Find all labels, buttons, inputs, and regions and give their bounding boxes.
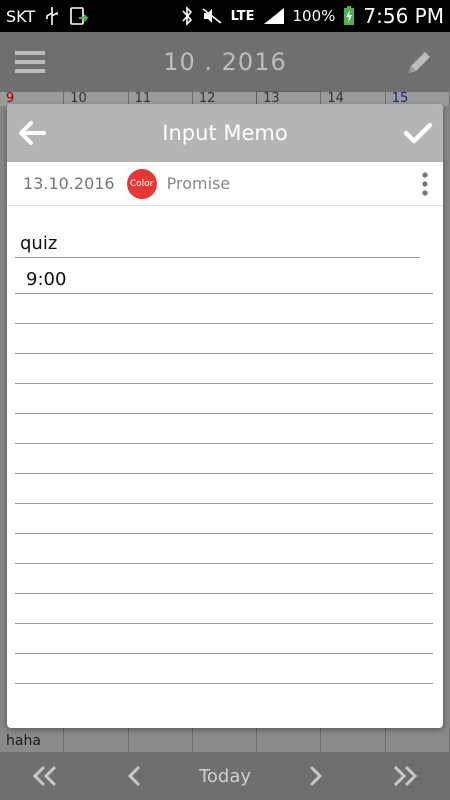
- menu-icon[interactable]: [0, 32, 60, 92]
- calendar-cell[interactable]: [321, 728, 386, 752]
- memo-line[interactable]: [15, 414, 433, 444]
- memo-line[interactable]: [15, 324, 433, 354]
- app-bar: 10 . 2016: [0, 32, 450, 92]
- mute-icon: [201, 7, 223, 25]
- input-memo-dialog: Input Memo 13.10.2016 Color Promise quiz…: [7, 104, 443, 728]
- double-chevron-right-icon[interactable]: [373, 752, 437, 800]
- chevron-left-icon[interactable]: [103, 752, 167, 800]
- month-title: 10 . 2016: [163, 48, 287, 76]
- calendar-cell[interactable]: [385, 728, 450, 752]
- back-arrow-icon[interactable]: [7, 104, 57, 162]
- memo-line[interactable]: [15, 474, 433, 504]
- calendar-cell[interactable]: [257, 728, 322, 752]
- checkmark-icon[interactable]: [393, 104, 443, 162]
- memo-line[interactable]: [15, 504, 433, 534]
- today-button[interactable]: Today: [193, 752, 257, 800]
- clock: 7:56 PM: [363, 4, 444, 28]
- memo-category[interactable]: Promise: [167, 174, 231, 193]
- calendar-cell[interactable]: [64, 728, 129, 752]
- memo-line[interactable]: [15, 294, 433, 324]
- dialog-header: Input Memo: [7, 104, 443, 162]
- color-picker-button[interactable]: Color: [126, 168, 157, 199]
- memo-line[interactable]: [15, 534, 433, 564]
- more-vert-icon[interactable]: [407, 162, 443, 206]
- memo-line[interactable]: [15, 564, 433, 594]
- network-label: LTE: [230, 8, 255, 24]
- memo-body-input[interactable]: 9:00: [15, 264, 433, 684]
- memo-line[interactable]: [15, 384, 433, 414]
- double-chevron-left-icon[interactable]: [13, 752, 77, 800]
- memo-date[interactable]: 13.10.2016: [23, 174, 115, 193]
- memo-line[interactable]: [15, 354, 433, 384]
- battery-label: 100%: [292, 7, 336, 25]
- calendar-cell[interactable]: [192, 728, 258, 752]
- memo-meta-row: 13.10.2016 Color Promise: [7, 162, 443, 206]
- calendar-cell[interactable]: [128, 728, 193, 752]
- memo-title-input[interactable]: quiz: [15, 224, 420, 258]
- status-bar: SKT LTE 100% 7:56 PM: [0, 0, 450, 32]
- pencil-icon[interactable]: [390, 32, 450, 92]
- bluetooth-icon: [181, 6, 193, 26]
- memo-line[interactable]: [15, 654, 433, 684]
- battery-charging-icon: [343, 6, 355, 26]
- memo-line[interactable]: [15, 444, 433, 474]
- chevron-right-icon[interactable]: [283, 752, 347, 800]
- memo-line[interactable]: 9:00: [15, 264, 433, 294]
- calendar-week-row: haha: [0, 728, 450, 752]
- carrier-label: SKT: [6, 6, 36, 26]
- calendar-cell[interactable]: haha: [0, 728, 65, 752]
- signal-icon: [263, 7, 285, 25]
- usb-icon: [45, 7, 59, 25]
- memo-line[interactable]: [15, 624, 433, 654]
- screenshot-icon: [69, 6, 89, 26]
- memo-line[interactable]: [15, 594, 433, 624]
- dialog-title: Input Memo: [162, 121, 288, 145]
- bottom-nav: Today: [0, 752, 450, 800]
